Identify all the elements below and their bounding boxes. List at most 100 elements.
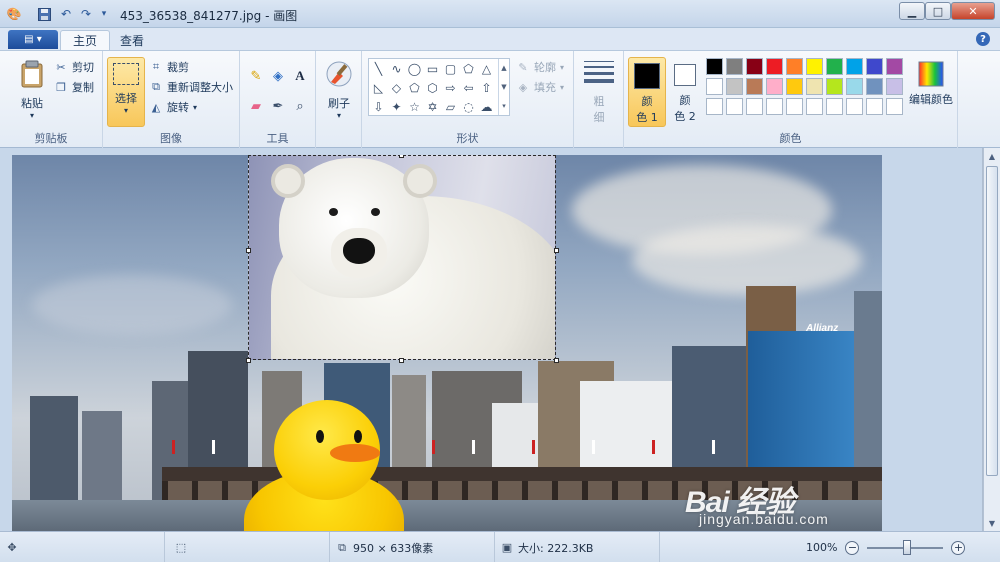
palette-swatch[interactable] xyxy=(746,78,763,95)
brushes-button[interactable]: 刷子 ▾ xyxy=(322,59,356,120)
palette-swatch[interactable] xyxy=(806,58,823,75)
selection-handle[interactable] xyxy=(399,155,404,158)
customize-quick-access-icon[interactable]: ▾ xyxy=(96,6,112,22)
palette-swatch[interactable] xyxy=(786,58,803,75)
scroll-thumb[interactable] xyxy=(986,166,998,476)
up-arrow-shape-icon[interactable]: ⇧ xyxy=(478,79,495,96)
scroll-down-icon[interactable]: ▼ xyxy=(984,515,1000,531)
selection-handle[interactable] xyxy=(399,358,404,363)
palette-swatch[interactable] xyxy=(886,78,903,95)
palette-swatch[interactable] xyxy=(786,78,803,95)
four-point-star-shape-icon[interactable]: ✦ xyxy=(388,98,405,115)
palette-swatch[interactable] xyxy=(786,98,803,115)
palette-swatch[interactable] xyxy=(726,98,743,115)
selection-box[interactable] xyxy=(248,155,556,360)
undo-icon[interactable]: ↶ xyxy=(58,6,74,22)
diamond-shape-icon[interactable]: ◇ xyxy=(388,79,405,96)
save-icon[interactable] xyxy=(36,6,52,22)
oval-shape-icon[interactable]: ◯ xyxy=(406,60,423,77)
curve-shape-icon[interactable]: ∿ xyxy=(388,60,405,77)
paste-button[interactable]: 粘贴 ▾ xyxy=(14,59,50,120)
palette-swatch[interactable] xyxy=(826,78,843,95)
cloud-callout-shape-icon[interactable]: ☁ xyxy=(478,98,495,115)
zoom-slider[interactable] xyxy=(867,539,944,555)
fill-bucket-icon[interactable]: ◈ xyxy=(268,67,288,85)
text-tool-icon[interactable]: A xyxy=(290,67,310,85)
triangle-shape-icon[interactable]: △ xyxy=(478,60,495,77)
palette-swatch[interactable] xyxy=(806,78,823,95)
selection-handle[interactable] xyxy=(554,358,559,363)
palette-swatch[interactable] xyxy=(846,98,863,115)
resize-button[interactable]: ⧉ 重新调整大小 xyxy=(149,79,233,95)
help-icon[interactable]: ? xyxy=(976,32,990,46)
polygon-shape-icon[interactable]: ⬠ xyxy=(460,60,477,77)
color-picker-icon[interactable]: ✒ xyxy=(268,97,288,115)
right-triangle-shape-icon[interactable]: ◺ xyxy=(370,79,387,96)
file-menu-button[interactable]: ▤ ▾ xyxy=(8,30,58,49)
hexagon-shape-icon[interactable]: ⬡ xyxy=(424,79,441,96)
palette-swatch[interactable] xyxy=(746,98,763,115)
palette-swatch[interactable] xyxy=(826,98,843,115)
color1-button[interactable]: 颜 色 1 xyxy=(628,57,666,127)
oval-callout-shape-icon[interactable]: ◌ xyxy=(460,98,477,115)
zoom-in-button[interactable]: + xyxy=(951,540,966,555)
redo-icon[interactable]: ↷ xyxy=(78,6,94,22)
paint-app-icon[interactable]: 🎨 xyxy=(6,6,22,22)
selection-handle[interactable] xyxy=(554,248,559,253)
selection-handle[interactable] xyxy=(246,358,251,363)
eraser-icon[interactable]: ▰ xyxy=(246,97,266,115)
line-shape-icon[interactable]: ╲ xyxy=(370,60,387,77)
palette-swatch[interactable] xyxy=(726,58,743,75)
zoom-slider-thumb[interactable] xyxy=(903,539,912,555)
tab-home[interactable]: 主页 xyxy=(60,30,111,50)
palette-swatch[interactable] xyxy=(766,98,783,115)
left-arrow-shape-icon[interactable]: ⇦ xyxy=(460,79,477,96)
palette-swatch[interactable] xyxy=(706,78,723,95)
size-button[interactable]: 粗 细 xyxy=(582,61,616,125)
cut-button[interactable]: ✂ 剪切 xyxy=(54,59,94,75)
rect-callout-shape-icon[interactable]: ▱ xyxy=(442,98,459,115)
maximize-button[interactable]: □ xyxy=(925,2,951,20)
copy-button[interactable]: ❐ 复制 xyxy=(54,79,94,95)
crop-button[interactable]: ⌗ 裁剪 xyxy=(149,59,189,75)
shapes-gallery-scroll[interactable]: ▲ ▼ ▾ xyxy=(498,59,509,115)
pencil-icon[interactable]: ✎ xyxy=(246,67,266,85)
palette-swatch[interactable] xyxy=(866,78,883,95)
image-canvas[interactable]: Allianz Bai 经验 jingyan.baidu.com xyxy=(12,155,882,531)
close-button[interactable]: ✕ xyxy=(951,2,995,20)
palette-swatch[interactable] xyxy=(746,58,763,75)
down-arrow-shape-icon[interactable]: ⇩ xyxy=(370,98,387,115)
select-button[interactable]: 选择 ▾ xyxy=(107,57,145,127)
fill-button[interactable]: ◈ 填充 ▾ xyxy=(516,79,564,95)
chevron-up-icon[interactable]: ▲ xyxy=(501,64,506,72)
edit-colors-button[interactable]: 编辑颜色 xyxy=(908,59,954,107)
palette-swatch[interactable] xyxy=(886,98,903,115)
palette-swatch[interactable] xyxy=(866,98,883,115)
palette-swatch[interactable] xyxy=(846,58,863,75)
scroll-up-icon[interactable]: ▲ xyxy=(984,148,1000,164)
palette-swatch[interactable] xyxy=(826,58,843,75)
color2-button[interactable]: 颜 色 2 xyxy=(666,57,704,127)
selection-handle[interactable] xyxy=(246,248,251,253)
five-point-star-shape-icon[interactable]: ☆ xyxy=(406,98,423,115)
expand-gallery-icon[interactable]: ▾ xyxy=(502,102,506,110)
right-arrow-shape-icon[interactable]: ⇨ xyxy=(442,79,459,96)
outline-button[interactable]: ✎ 轮廓 ▾ xyxy=(516,59,564,75)
rotate-button[interactable]: ◭ 旋转 ▾ xyxy=(149,99,197,115)
chevron-down-icon[interactable]: ▼ xyxy=(501,83,506,91)
rounded-rectangle-shape-icon[interactable]: ▢ xyxy=(442,60,459,77)
rectangle-shape-icon[interactable]: ▭ xyxy=(424,60,441,77)
vertical-scrollbar[interactable]: ▲ ▼ xyxy=(983,148,1000,531)
minimize-button[interactable]: ▁ xyxy=(899,2,925,20)
palette-swatch[interactable] xyxy=(706,58,723,75)
palette-swatch[interactable] xyxy=(766,78,783,95)
palette-swatch[interactable] xyxy=(806,98,823,115)
tab-view[interactable]: 查看 xyxy=(108,30,156,50)
palette-swatch[interactable] xyxy=(706,98,723,115)
pentagon-shape-icon[interactable]: ⬠ xyxy=(406,79,423,96)
palette-swatch[interactable] xyxy=(866,58,883,75)
magnifier-icon[interactable]: ⌕ xyxy=(290,97,310,115)
palette-swatch[interactable] xyxy=(886,58,903,75)
six-point-star-shape-icon[interactable]: ✡ xyxy=(424,98,441,115)
palette-swatch[interactable] xyxy=(846,78,863,95)
